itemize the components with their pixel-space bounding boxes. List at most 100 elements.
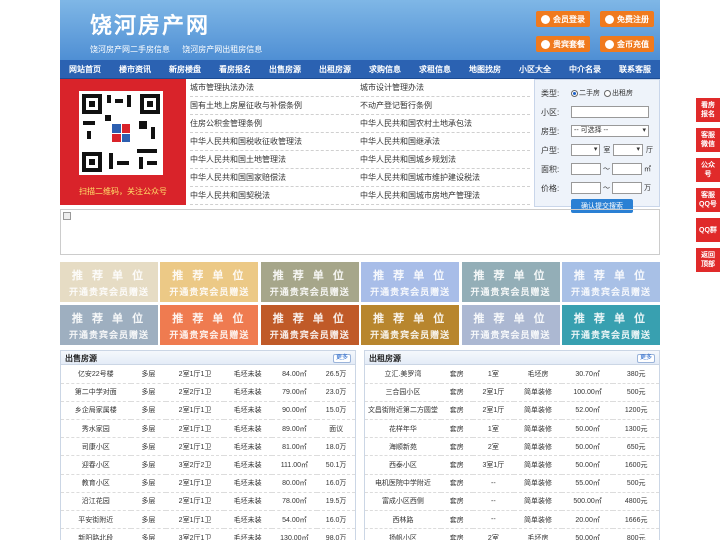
law-link[interactable]: 中华人民共和国契税法 xyxy=(190,187,360,204)
listing-row[interactable]: 司康小区 多层 2室1厅1卫 毛坯未装 81.00㎡ 18.0万 xyxy=(61,437,355,457)
promo-tile[interactable]: 推 荐 单 位开通贵宾会员赠送 xyxy=(561,262,660,302)
listing-row[interactable]: 平安街附近 多层 2室1厅1卫 毛坯未装 54.00㎡ 16.0万 xyxy=(61,510,355,530)
side-wechat-service[interactable]: 客服微信 xyxy=(696,128,720,152)
listing-cell[interactable]: 平安街附近 xyxy=(61,510,131,530)
nav-viewing-signup[interactable]: 看房报名 xyxy=(210,60,260,78)
listing-row[interactable]: 电机医院中学附近 套房 -- 简单装修 55.00㎡ 500元 xyxy=(365,474,659,493)
listing-row[interactable]: 迎春小区 多层 3室2厅2卫 毛坯未装 111.00㎡ 50.1万 xyxy=(61,455,355,475)
promo-tile[interactable]: 推 荐 单 位开通贵宾会员赠送 xyxy=(461,305,560,345)
listing-cell[interactable]: 三合园小区 xyxy=(365,383,441,402)
radio-rent[interactable] xyxy=(604,89,611,97)
side-qq-service[interactable]: 客服QQ号 xyxy=(696,188,720,212)
nav-contact[interactable]: 联系客服 xyxy=(610,60,660,78)
side-back-to-top[interactable]: 返回顶部 xyxy=(696,248,720,272)
price-max-input[interactable] xyxy=(612,182,642,194)
listing-cell[interactable]: 迎春小区 xyxy=(61,455,131,475)
tagline-rent[interactable]: 饶河房产网出租房信息 xyxy=(182,45,262,54)
law-link[interactable]: 城市设计管理办法 xyxy=(360,79,530,96)
law-link[interactable]: 中华人民共和国城乡规划法 xyxy=(360,151,530,168)
law-link[interactable]: 中华人民共和国土地管理法 xyxy=(190,151,360,168)
nav-new-homes[interactable]: 新房楼盘 xyxy=(160,60,210,78)
price-min-input[interactable] xyxy=(571,182,601,194)
side-qq-group[interactable]: QQ群 xyxy=(696,218,720,242)
listing-row[interactable]: 沿江花园 多层 2室1厅1卫 毛坯未装 78.00㎡ 19.5万 xyxy=(61,492,355,512)
listing-cell[interactable]: 富成小区西侧 xyxy=(365,492,441,512)
promo-tile[interactable]: 推 荐 单 位开通贵宾会员赠送 xyxy=(561,305,660,345)
listing-cell[interactable]: 教育小区 xyxy=(61,474,131,493)
listing-row[interactable]: 亿安22号楼 多层 2室1厅1卫 毛坯未装 84.00㎡ 26.5万 xyxy=(61,365,355,384)
listing-cell[interactable]: 文昌街附近第二方圆堂 xyxy=(365,401,441,421)
listing-cell[interactable]: 新阳路北段 xyxy=(61,528,131,540)
house-type-select[interactable]: -- 可选择 -- xyxy=(571,125,649,137)
rent-more-link[interactable]: 更多 xyxy=(636,354,655,363)
nav-wanted-buy[interactable]: 求购信息 xyxy=(360,60,410,78)
room-select[interactable] xyxy=(570,144,601,156)
listing-cell[interactable]: 西泰小区 xyxy=(365,455,441,475)
law-link[interactable]: 中华人民共和国税收征收管理法 xyxy=(190,133,360,150)
listing-row[interactable]: 立汇.美罗湾 套房 1室 毛坯房 30.70㎡ 380元 xyxy=(365,365,659,384)
law-link[interactable]: 国有土地上房屋征收与补偿条例 xyxy=(190,97,360,114)
listing-cell[interactable]: 乡企局家属楼 xyxy=(61,401,131,421)
listing-row[interactable]: 海顺新苑 套房 2室 简单装修 50.00㎡ 650元 xyxy=(365,437,659,457)
register-button[interactable]: 免费注册 xyxy=(600,11,654,27)
listing-cell[interactable]: 亿安22号楼 xyxy=(61,365,131,384)
law-link[interactable]: 中华人民共和国城市房地产管理法 xyxy=(360,187,530,204)
nav-news[interactable]: 楼市资讯 xyxy=(110,60,160,78)
nav-map-search[interactable]: 地图找房 xyxy=(460,60,510,78)
hall-select[interactable] xyxy=(613,144,644,156)
listing-cell[interactable]: 花样年华 xyxy=(365,419,441,439)
law-link[interactable]: 城市管理执法办法 xyxy=(190,79,360,96)
nav-home[interactable]: 网站首页 xyxy=(60,60,110,78)
listing-row[interactable]: 第二中学对面 多层 2室2厅1卫 毛坯未装 79.00㎡ 23.0万 xyxy=(61,383,355,402)
promo-tile[interactable]: 推 荐 单 位开通贵宾会员赠送 xyxy=(260,262,359,302)
site-logo[interactable]: 饶河房产网 xyxy=(90,8,210,40)
listing-cell[interactable]: 扬帆小区 xyxy=(365,528,441,540)
listing-cell[interactable]: 西林路 xyxy=(365,510,441,530)
nav-communities[interactable]: 小区大全 xyxy=(510,60,560,78)
nav-for-rent[interactable]: 出租房源 xyxy=(310,60,360,78)
radio-second-hand[interactable] xyxy=(571,89,578,97)
listing-cell[interactable]: 电机医院中学附近 xyxy=(365,474,441,493)
listing-row[interactable]: 富成小区西侧 套房 -- 简单装修 500.00㎡ 4800元 xyxy=(365,492,659,512)
sale-more-link[interactable]: 更多 xyxy=(332,354,351,363)
size-max-input[interactable] xyxy=(612,163,642,175)
listing-row[interactable]: 教育小区 多层 2室1厅1卫 毛坯未装 80.00㎡ 16.0万 xyxy=(61,474,355,493)
promo-tile[interactable]: 推 荐 单 位开通贵宾会员赠送 xyxy=(361,262,460,302)
listing-cell[interactable]: 第二中学对面 xyxy=(61,383,131,402)
law-link[interactable]: 中华人民共和国继承法 xyxy=(360,133,530,150)
listing-cell[interactable]: 立汇.美罗湾 xyxy=(365,365,441,384)
law-link[interactable]: 住房公积金管理条例 xyxy=(190,115,360,132)
ad-banner[interactable] xyxy=(60,209,660,255)
listing-row[interactable]: 三合园小区 套房 2室1厅 简单装修 100.00㎡ 500元 xyxy=(365,383,659,402)
promo-tile[interactable]: 推 荐 单 位开通贵宾会员赠送 xyxy=(160,262,259,302)
side-viewing-signup[interactable]: 看房报名 xyxy=(696,98,720,122)
promo-tile[interactable]: 推 荐 单 位开通贵宾会员赠送 xyxy=(60,305,158,345)
size-min-input[interactable] xyxy=(571,163,601,175)
listing-row[interactable]: 秀水家园 多层 2室1厅1卫 毛坯未装 89.00㎡ 面议 xyxy=(61,419,355,439)
listing-cell[interactable]: 沿江花园 xyxy=(61,492,131,512)
listing-row[interactable]: 花样年华 套房 1室 简单装修 50.00㎡ 1300元 xyxy=(365,419,659,439)
law-link[interactable]: 中华人民共和国农村土地承包法 xyxy=(360,115,530,132)
vip-package-button[interactable]: 贵宾套餐 xyxy=(536,36,590,52)
listing-row[interactable]: 文昌街附近第二方圆堂 套房 2室1厅 简单装修 52.00㎡ 1200元 xyxy=(365,401,659,421)
listing-cell[interactable]: 秀水家园 xyxy=(61,419,131,439)
listing-row[interactable]: 乡企局家属楼 多层 2室1厅1卫 毛坯未装 90.00㎡ 15.0万 xyxy=(61,401,355,421)
nav-wanted-rent[interactable]: 求租信息 xyxy=(410,60,460,78)
listing-cell[interactable]: 海顺新苑 xyxy=(365,437,441,457)
law-link[interactable]: 不动产登记暂行条例 xyxy=(360,97,530,114)
listing-row[interactable]: 西泰小区 套房 3室1厅 简单装修 50.00㎡ 1600元 xyxy=(365,455,659,475)
nav-for-sale[interactable]: 出售房源 xyxy=(260,60,310,78)
nav-agencies[interactable]: 中介名录 xyxy=(560,60,610,78)
promo-tile[interactable]: 推 荐 单 位开通贵宾会员赠送 xyxy=(160,305,259,345)
law-link[interactable]: 中华人民共和国国家赔偿法 xyxy=(190,169,360,186)
promo-tile[interactable]: 推 荐 单 位开通贵宾会员赠送 xyxy=(60,262,158,302)
listing-row[interactable]: 扬帆小区 套房 2室 毛坯房 50.00㎡ 800元 xyxy=(365,528,659,540)
promo-tile[interactable]: 推 荐 单 位开通贵宾会员赠送 xyxy=(260,305,359,345)
listing-cell[interactable]: 司康小区 xyxy=(61,437,131,457)
law-link[interactable]: 中华人民共和国城市维护建设税法 xyxy=(360,169,530,186)
tagline-sale[interactable]: 饶河房产网二手房信息 xyxy=(90,45,170,54)
side-official-account[interactable]: 公众号 xyxy=(696,158,720,182)
listing-row[interactable]: 新阳路北段 多层 3室2厅1卫 毛坯未装 130.00㎡ 98.0万 xyxy=(61,528,355,540)
community-input[interactable] xyxy=(571,106,649,118)
promo-tile[interactable]: 推 荐 单 位开通贵宾会员赠送 xyxy=(361,305,460,345)
